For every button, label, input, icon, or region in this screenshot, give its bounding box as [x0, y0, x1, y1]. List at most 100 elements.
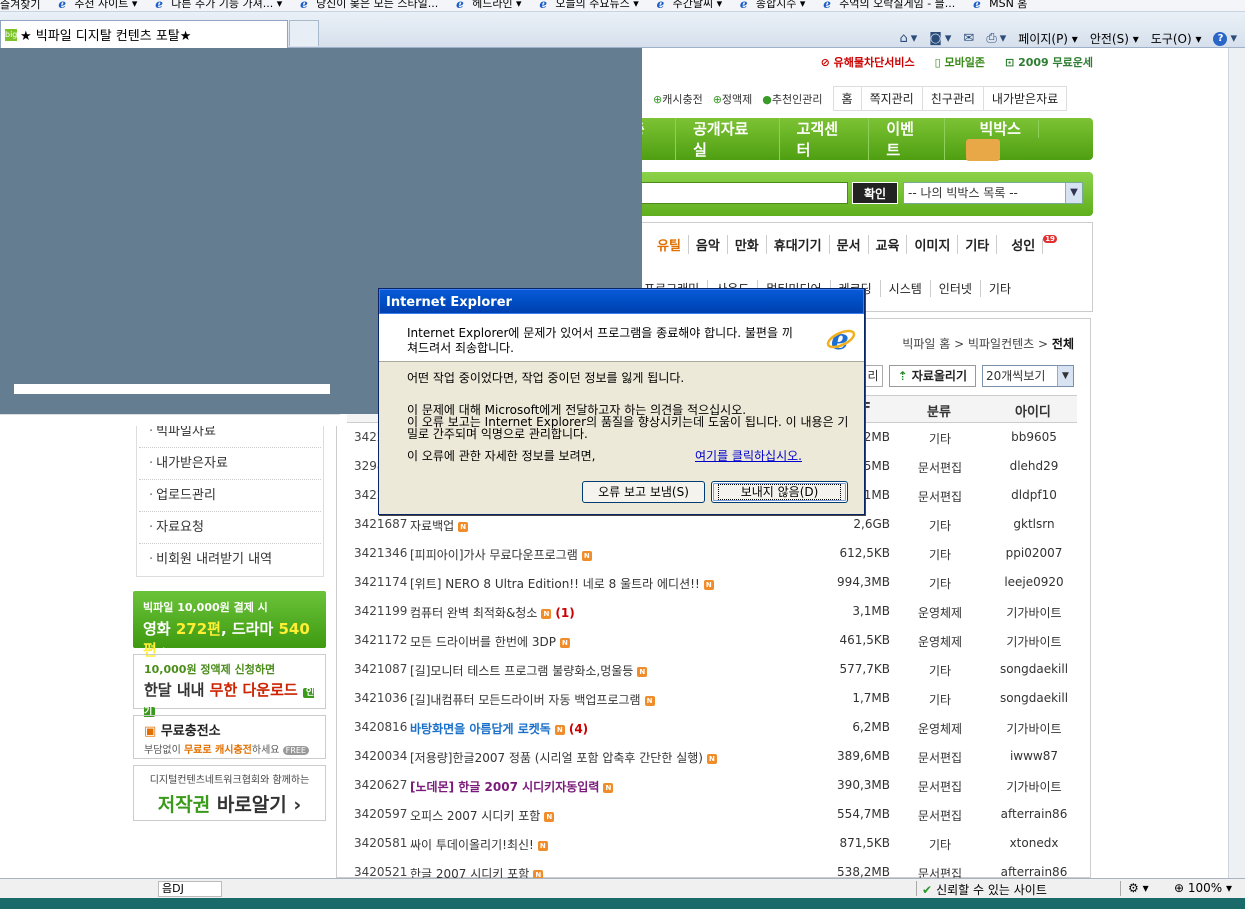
feeds-button[interactable]: ◙ ▾: [929, 31, 951, 46]
friends-link[interactable]: 친구관리: [923, 87, 984, 110]
row-user-id[interactable]: leeje0920: [987, 575, 1081, 589]
row-title-link[interactable]: [길]모니터 테스트 프로그램 불량화소,멍울등 N: [410, 662, 648, 679]
protected-mode-button[interactable]: ⚙ ▾: [1128, 881, 1149, 895]
table-row[interactable]: 3420521 한글 2007 시디키 포함 N 538,2MB 문서편집 afterra…: [337, 858, 1092, 878]
row-title-link[interactable]: [길]내컴퓨터 모든드라이버 자동 백업프로그램 N: [410, 691, 655, 708]
help-menu[interactable]: ? ▾: [1213, 31, 1237, 46]
favorites-item[interactable]: e 추억의 오락실게임 - 블...: [823, 0, 955, 11]
row-user-id[interactable]: 기가바이트: [987, 720, 1081, 737]
favorites-item[interactable]: e 종합지수 ▾: [740, 0, 806, 11]
sidebar-item-upload[interactable]: 업로드관리: [139, 480, 321, 512]
sidebar-item-guest-downloads[interactable]: 비회원 내려받기 내역: [139, 544, 321, 576]
row-user-id[interactable]: iwww87: [987, 749, 1081, 763]
security-zone[interactable]: ✔ 신뢰할 수 있는 사이트: [922, 881, 1047, 898]
home-button[interactable]: ⌂ ▾: [899, 31, 917, 46]
row-user-id[interactable]: songdaekill: [987, 662, 1081, 676]
row-user-id[interactable]: ppi02007: [987, 546, 1081, 560]
row-title-link[interactable]: 오피스 2007 시디키 포함 N: [410, 807, 555, 824]
row-user-id[interactable]: afterrain86: [987, 865, 1081, 878]
row-title-link[interactable]: 모든 드라이버를 한번에 3DP N: [410, 633, 570, 650]
zoom-button[interactable]: ⊕ 100% ▾: [1174, 881, 1232, 895]
category-adult[interactable]: 성인 19: [997, 235, 1064, 254]
row-user-id[interactable]: dlehd29: [987, 459, 1081, 473]
row-user-id[interactable]: dldpf10: [987, 488, 1081, 502]
row-title-link[interactable]: 바탕화면을 아름답게 로켓독 N (4): [410, 720, 588, 737]
row-user-id[interactable]: songdaekill: [987, 691, 1081, 705]
row-title-link[interactable]: [노데몬] 한글 2007 시디키자동입력 N: [410, 778, 614, 795]
row-user-id[interactable]: xtonedx: [987, 836, 1081, 850]
subcategory-system[interactable]: 시스템: [881, 280, 931, 297]
upload-button[interactable]: ⇡ 자료올리기: [888, 365, 976, 387]
row-title-link[interactable]: 자료백업 N: [410, 517, 469, 534]
favorites-item[interactable]: e 오늘의 주요뉴스 ▾: [539, 0, 638, 11]
category-mobile[interactable]: 휴대기기: [767, 235, 830, 254]
favorites-item[interactable]: e 다른 추가 기능 가져... ▾: [155, 0, 282, 11]
row-title-link[interactable]: 싸이 투데이올리기!최신! N: [410, 836, 548, 853]
more-info-link[interactable]: 여기를 클릭하십시오.: [695, 450, 802, 462]
favorites-item[interactable]: e 추천 사이트 ▾: [58, 0, 137, 11]
message-link[interactable]: 쪽지관리: [862, 87, 923, 110]
mobile-zone-link[interactable]: ▯ 모바일존: [935, 54, 985, 70]
row-user-id[interactable]: 기가바이트: [987, 604, 1081, 621]
category-education[interactable]: 교육: [869, 235, 908, 254]
row-user-id[interactable]: 기가바이트: [987, 778, 1081, 795]
menu-support[interactable]: 고객센터: [780, 118, 870, 160]
row-user-id[interactable]: bb9605: [987, 430, 1081, 444]
row-user-id[interactable]: afterrain86: [987, 807, 1081, 821]
row-title-link[interactable]: [위트] NERO 8 Ultra Edition!! 네로 8 울트라 에디션…: [410, 575, 714, 592]
page-menu[interactable]: 페이지(P) ▾: [1018, 30, 1078, 47]
favorites-item[interactable]: e 헤드라인 ▾: [456, 0, 522, 11]
row-title-link[interactable]: [피피아이]가사 무료다운프로그램 N: [410, 546, 592, 563]
menu-bigbox[interactable]: 빅박스: [945, 118, 1093, 161]
table-row[interactable]: 3420581 싸이 투데이올리기!최신! N 871,5KB 기타 xtonedx: [337, 829, 1092, 858]
fixed-plan-link[interactable]: ⊕정액제: [713, 91, 753, 107]
category-comics[interactable]: 만화: [728, 235, 767, 254]
table-row[interactable]: 3421036 [길]내컴퓨터 모든드라이버 자동 백업프로그램 N 1,7MB 기타 s…: [337, 684, 1092, 713]
table-row[interactable]: 3421087 [길]모니터 테스트 프로그램 불량화소,멍울등 N 577,7KB 기…: [337, 655, 1092, 684]
table-row[interactable]: 3420597 오피스 2007 시디키 포함 N 554,7MB 문서편집 afterr…: [337, 800, 1092, 829]
page-scrollbar[interactable]: [1228, 48, 1245, 878]
tools-menu[interactable]: 도구(O) ▾: [1151, 30, 1202, 47]
row-title-link[interactable]: [저용량]한글2007 정품 (시리얼 포함 압축후 간단한 실행) N: [410, 749, 717, 766]
subcategory-etc[interactable]: 기타: [981, 280, 1019, 297]
table-row[interactable]: 3420816 바탕화면을 아름답게 로켓독 N (4) 6,2MB 운영체제 기가바이트: [337, 713, 1092, 742]
received-link[interactable]: 내가받은자료: [984, 87, 1066, 110]
harmful-block-link[interactable]: ⊘ 유해물차단서비스: [821, 54, 915, 70]
row-title-link[interactable]: 컴퓨터 완벽 최적화&청소 N (1): [410, 604, 575, 621]
safety-menu[interactable]: 안전(S) ▾: [1090, 30, 1139, 47]
favorites-item[interactable]: e 주간날씨 ▾: [657, 0, 723, 11]
favorites-item[interactable]: e 당신이 몾은 모든 스타일...: [300, 0, 438, 11]
row-user-id[interactable]: 기가바이트: [987, 633, 1081, 650]
home-link[interactable]: 홈: [834, 87, 862, 110]
favorites-item[interactable]: 즐겨찾기: [0, 0, 40, 11]
promo-movie-drama[interactable]: 빅파일 10,000원 결제 시 영화 272편, 드라마 540편 ›: [133, 591, 326, 659]
table-row[interactable]: 3420627 [노데몬] 한글 2007 시디키자동입력 N 390,3MB 문서편집…: [337, 771, 1092, 800]
dont-send-button[interactable]: 보내지 않음(D): [711, 481, 848, 503]
new-tab-button[interactable]: [289, 20, 319, 46]
sidebar-item-received[interactable]: 내가받은자료: [139, 448, 321, 480]
category-images[interactable]: 이미지: [907, 235, 959, 254]
menu-event[interactable]: 이벤트: [869, 118, 946, 160]
promo-free-charge[interactable]: ▣ 무료충전소 부담없이 무료로 캐시충전하세요 FREE: [133, 715, 326, 759]
sidebar-item-request[interactable]: 자료요청: [139, 512, 321, 544]
promo-unlimited[interactable]: 10,000원 정액제 신청하면 한달 내내 무한 다운로드 인기: [133, 654, 326, 717]
table-row[interactable]: 3421174 [위트] NERO 8 Ultra Edition!! 네로 8 …: [337, 568, 1092, 597]
recommender-link[interactable]: ●추천인관리: [762, 91, 822, 107]
category-util[interactable]: 유틸: [650, 235, 689, 254]
bigbox-select[interactable]: -- 나의 빅박스 목록 -- ▼: [903, 182, 1083, 204]
row-title-link[interactable]: 한글 2007 시디키 포함 N: [410, 865, 544, 878]
subcategory-internet[interactable]: 인터넷: [931, 280, 981, 297]
search-button[interactable]: 확인: [852, 182, 898, 204]
category-music[interactable]: 음악: [689, 235, 728, 254]
favorites-item[interactable]: e MSN 홈: [973, 0, 1027, 11]
table-row[interactable]: 3420034 [저용량]한글2007 정품 (시리얼 포함 압축후 간단한 실행…: [337, 742, 1092, 771]
category-docs[interactable]: 문서: [830, 235, 869, 254]
mail-button[interactable]: ✉: [963, 31, 974, 46]
per-page-select[interactable]: 20개씩보기 ▼: [982, 365, 1074, 387]
send-report-button[interactable]: 오류 보고 보냄(S): [582, 481, 705, 503]
category-etc[interactable]: 기타: [958, 235, 998, 254]
fortune-link[interactable]: ⊡ 2009 무료운세: [1005, 54, 1093, 70]
tab-bigfile[interactable]: big ★ 빅파일 디지탈 컨텐츠 포탈★: [0, 20, 288, 48]
cash-charge-link[interactable]: ⊕캐시충전: [653, 91, 703, 107]
row-user-id[interactable]: gktlsrn: [987, 517, 1081, 531]
